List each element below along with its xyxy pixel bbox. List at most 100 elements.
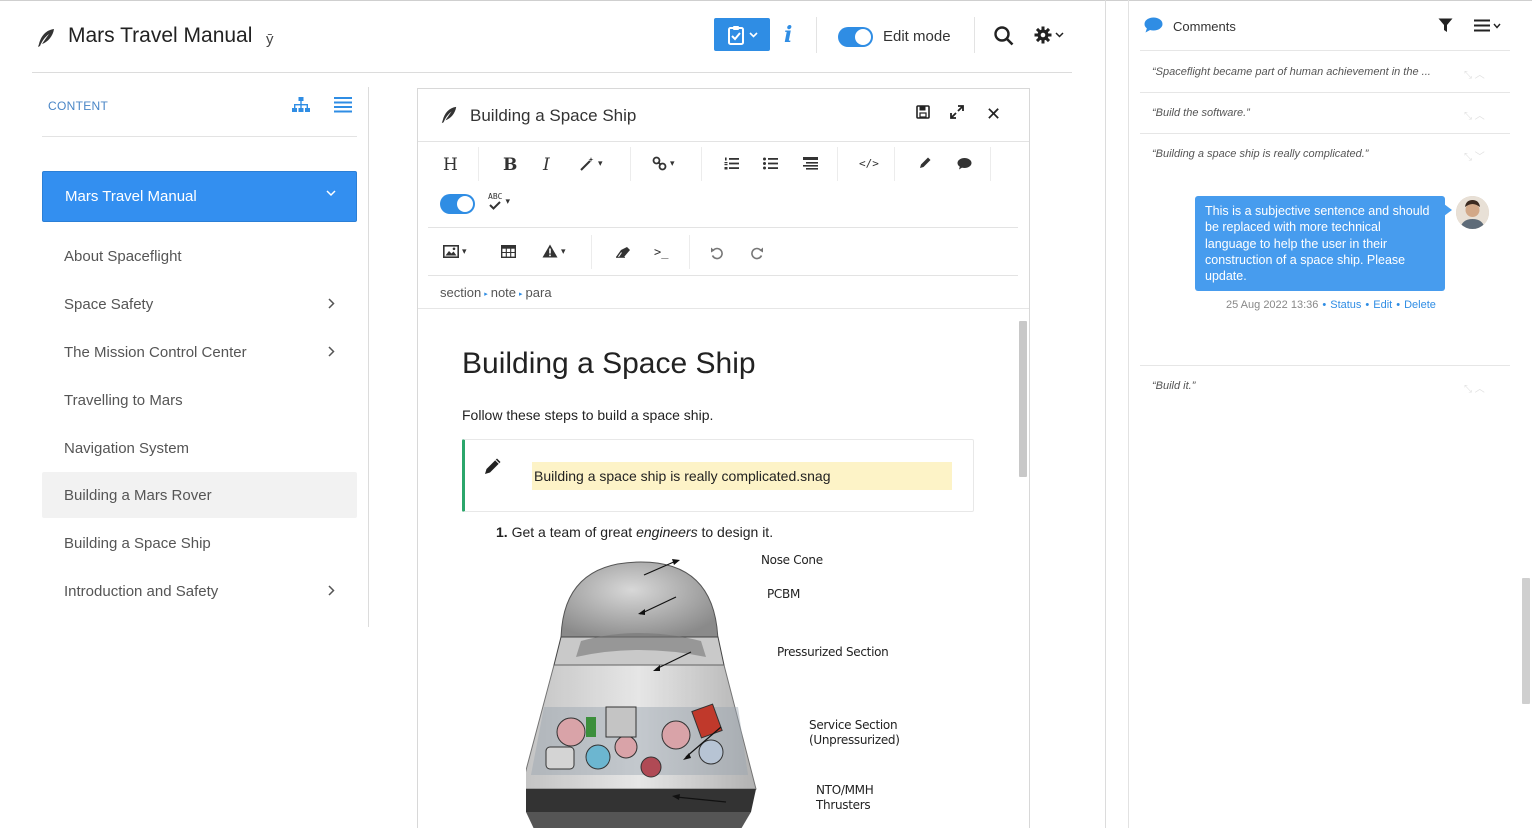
sidebar-item-travelling-to-mars[interactable]: Travelling to Mars (42, 377, 357, 423)
figure-label: Nose Cone (761, 553, 823, 567)
toolbar-divider (837, 147, 838, 181)
step-emphasis: engineers (636, 524, 698, 540)
sidebar-item-label: Introduction and Safety (64, 582, 219, 600)
table-icon (501, 245, 516, 258)
spellcheck-toggle[interactable] (440, 194, 475, 214)
expand-icon[interactable] (950, 105, 964, 124)
divider (428, 275, 1018, 276)
pencil-icon (483, 456, 503, 481)
pencil-icon (920, 157, 931, 168)
sidebar-item-space-safety[interactable]: Space Safety (42, 281, 357, 327)
chevron-right-icon (328, 298, 335, 309)
sidebar-item-label: About Spaceflight (64, 247, 182, 265)
note-block[interactable]: Building a space ship is really complica… (462, 439, 974, 512)
filter-icon[interactable] (1438, 18, 1453, 38)
track-changes-button[interactable] (918, 156, 932, 170)
link-menu[interactable]: ▾ (652, 156, 675, 171)
table-button[interactable] (501, 245, 516, 258)
avatar (1456, 196, 1489, 229)
divider (1140, 92, 1510, 93)
sidebar-item-introduction-and-safety[interactable]: Introduction and Safety (42, 568, 357, 614)
branch-icon[interactable]: ȳ (266, 31, 274, 48)
chevron-right-icon (328, 346, 335, 357)
chevron-down-icon: ▾ (462, 246, 467, 256)
eraser-icon (616, 247, 630, 258)
comment-bubble-icon (1144, 17, 1163, 38)
comment-quote[interactable]: “Build the software.” (1152, 107, 1250, 119)
status-link[interactable]: Status (1330, 299, 1361, 311)
terminal-button[interactable]: >_ (654, 245, 668, 259)
edit-mode-label: Edit mode (883, 28, 951, 45)
save-icon[interactable] (916, 105, 930, 124)
hamburger-icon (1474, 19, 1490, 32)
app-title: Mars Travel Manual (68, 24, 253, 47)
close-icon[interactable]: ✕ (986, 104, 1001, 125)
undo-button[interactable] (710, 246, 724, 260)
bullet-list-button[interactable] (763, 157, 778, 170)
definition-list-icon (803, 157, 818, 170)
doc-paragraph[interactable]: Follow these steps to build a space ship… (462, 407, 713, 423)
toolbar-divider (630, 147, 631, 181)
edit-mode-toggle[interactable] (838, 27, 873, 47)
breadcrumb-item[interactable]: para (526, 285, 552, 300)
ordered-list-button[interactable] (724, 157, 739, 170)
sidebar-item-navigation-system[interactable]: Navigation System (42, 425, 357, 471)
spellcheck-menu[interactable]: ABC ▾ (488, 193, 510, 210)
info-button[interactable]: i (784, 22, 792, 48)
search-icon[interactable] (994, 26, 1014, 51)
comment-message: This is a subjective sentence and should… (1195, 196, 1452, 291)
divider (42, 136, 357, 137)
code-button[interactable]: </> (859, 157, 879, 170)
list-item[interactable]: 1. Get a team of great engineers to desi… (496, 524, 773, 540)
doc-heading[interactable]: Building a Space Ship (462, 347, 756, 381)
breadcrumb-arrow-icon: ▸ (484, 290, 488, 298)
sidebar-item-label: Navigation System (64, 439, 190, 457)
definition-list-button[interactable] (803, 157, 818, 170)
thread-controls-icon[interactable]: ⤡ ︿ (1464, 66, 1485, 81)
list-view-icon[interactable] (334, 97, 352, 118)
figure-label: PCBM (767, 587, 801, 601)
heading-button[interactable]: H (443, 155, 458, 175)
admonition-menu[interactable]: ▾ (542, 244, 566, 258)
sidebar-item-mars-travel-manual[interactable]: Mars Travel Manual (42, 171, 357, 222)
delete-link[interactable]: Delete (1404, 299, 1436, 311)
comments-menu-button[interactable] (1474, 19, 1501, 32)
edit-link[interactable]: Edit (1373, 299, 1392, 311)
toolbar-divider (478, 147, 479, 181)
comment-quote[interactable]: “Spaceflight became part of human achiev… (1152, 66, 1431, 78)
chevron-down-icon: ▾ (670, 158, 675, 168)
page-scrollbar[interactable] (1522, 578, 1530, 704)
redo-button[interactable] (750, 246, 764, 260)
comment-button[interactable] (957, 157, 972, 170)
divider (1140, 365, 1510, 366)
sidebar-item-mission-control[interactable]: The Mission Control Center (42, 329, 357, 375)
clear-format-button[interactable] (615, 246, 631, 258)
link-icon (652, 156, 667, 171)
note-text[interactable]: Building a space ship is really complica… (532, 462, 952, 490)
magic-wand-menu[interactable]: ▾ (580, 156, 603, 171)
feather-icon (36, 28, 56, 53)
image-menu[interactable]: ▾ (443, 245, 467, 258)
sidebar-item-building-space-ship[interactable]: Building a Space Ship (42, 520, 357, 566)
comment-quote[interactable]: “Building a space ship is really complic… (1152, 148, 1368, 160)
bold-button[interactable]: B (503, 155, 517, 175)
chevron-down-icon: ▾ (561, 245, 566, 256)
comments-panel (1128, 0, 1522, 828)
chevron-down-icon: ▾ (505, 196, 510, 206)
spacecraft-figure[interactable]: Nose Cone PCBM Pressurized Section Servi… (520, 553, 926, 828)
sidebar-item-building-mars-rover[interactable]: Building a Mars Rover (42, 472, 357, 518)
review-checklist-button[interactable] (714, 18, 770, 51)
thread-controls-icon[interactable]: ⤡ ︿ (1464, 380, 1485, 395)
figure-label: Thrusters (816, 798, 871, 812)
sidebar-item-about-spaceflight[interactable]: About Spaceflight (42, 233, 357, 279)
breadcrumb-item[interactable]: section (440, 285, 481, 300)
settings-menu-button[interactable] (1034, 26, 1064, 44)
thread-controls-icon[interactable]: ⤡ ︿ (1464, 107, 1485, 122)
breadcrumb-item[interactable]: note (491, 285, 516, 300)
chevron-down-icon (1493, 23, 1501, 29)
sitemap-icon[interactable] (292, 97, 310, 118)
comment-quote[interactable]: “Build it.” (1152, 380, 1195, 392)
editor-scrollbar[interactable] (1019, 321, 1027, 477)
thread-controls-icon[interactable]: ⤡ ﹀ (1464, 148, 1485, 163)
italic-button[interactable]: I (543, 155, 550, 175)
